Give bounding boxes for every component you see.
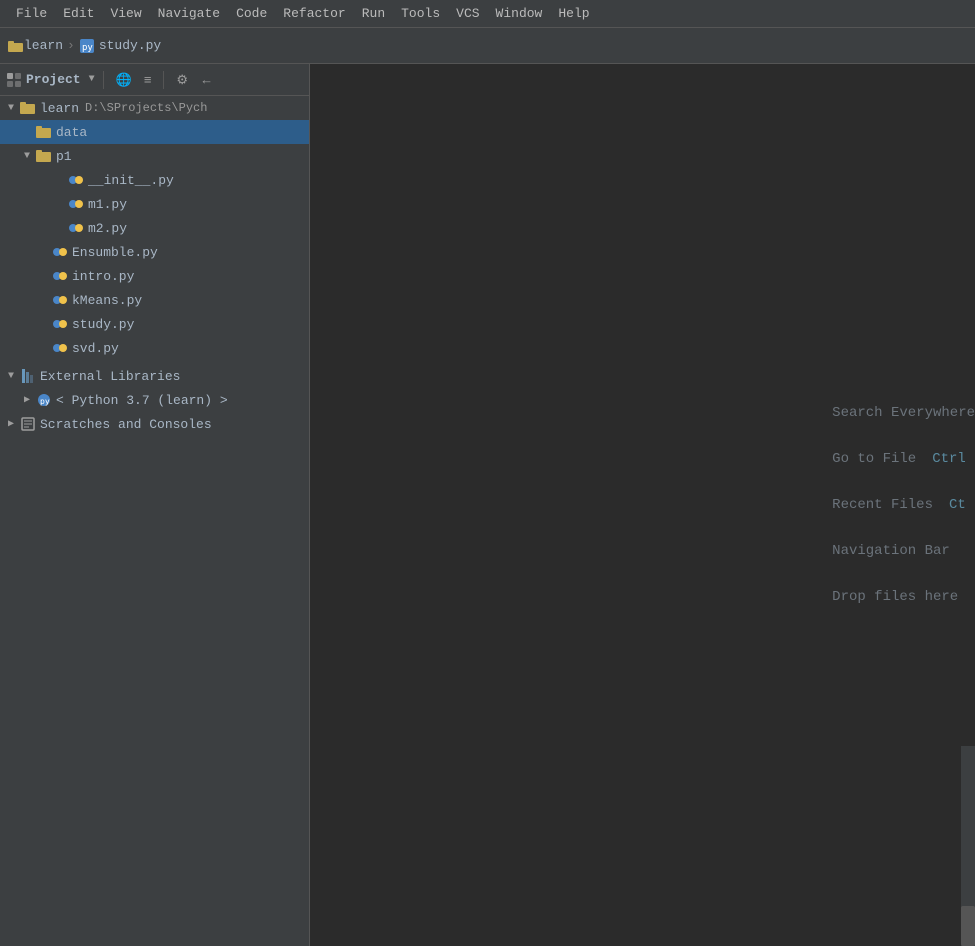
learn-root-label: learn [40,101,79,116]
menu-edit[interactable]: Edit [55,4,102,23]
scratches-label: Scratches and Consoles [40,417,212,432]
study-label: study.py [72,317,134,332]
menu-run[interactable]: Run [354,4,393,23]
scrollbar-thumb[interactable] [961,906,975,946]
folder-icon-learn [20,100,36,116]
p1-label: p1 [56,149,72,164]
menu-code[interactable]: Code [228,4,275,23]
toolbar-separator-1 [103,71,104,89]
pyfile-icon-m1 [68,196,84,212]
pyfile-icon-svd [52,340,68,356]
menu-vcs[interactable]: VCS [448,4,487,23]
arrow-scratches [4,417,18,431]
intro-label: intro.py [72,269,134,284]
tree-item-ensumble[interactable]: Ensumble.py [0,240,309,264]
project-toolbar: Project ▼ 🌐 ≡ ⚙ ← [0,64,309,96]
scratches-icon [20,416,36,432]
arrow-learn [4,101,18,115]
breadcrumb-separator: › [67,38,75,53]
breadcrumb-file[interactable]: study.py [99,38,161,53]
m2-label: m2.py [88,221,127,236]
m1-label: m1.py [88,197,127,212]
hint-go-to-file-text: Go to File [832,451,916,467]
hint-search-everywhere: Search Everywhere [832,405,975,421]
tree-item-data[interactable]: data [0,120,309,144]
hint-navigation-bar-text: Navigation Bar [832,543,950,559]
editor-area: Search Everywhere Go to File Ctrl Recent… [310,64,975,946]
hint-go-to-file-shortcut: Ctrl [932,451,966,467]
folder-icon-p1 [36,148,52,164]
tree-item-m1[interactable]: m1.py [0,192,309,216]
menu-window[interactable]: Window [488,4,551,23]
python37-label: < Python 3.7 (learn) > [56,393,228,408]
breadcrumb-folder[interactable]: learn [24,38,63,53]
ensumble-label: Ensumble.py [72,245,158,260]
init-label: __init__.py [88,173,174,188]
pyfile-icon-ensumble [52,244,68,260]
tree-item-init[interactable]: __init__.py [0,168,309,192]
hint-recent-files-text: Recent Files [832,497,933,513]
toolbar-layout-btn[interactable]: ≡ [140,70,156,89]
tree-item-scratches[interactable]: Scratches and Consoles [0,412,309,436]
hint-drop-files: Drop files here [832,589,975,605]
toolbar-separator-2 [163,71,164,89]
toolbar-back-btn[interactable]: ← [196,70,217,89]
sidebar: Project ▼ 🌐 ≡ ⚙ ← learn D:\SProje [0,64,310,946]
breadcrumb-file-label: study.py [99,38,161,53]
pyfile-icon-intro [52,268,68,284]
pyfile-icon-m2 [68,220,84,236]
editor-hints: Search Everywhere Go to File Ctrl Recent… [832,405,975,605]
project-dropdown-arrow[interactable]: ▼ [89,74,95,85]
menu-view[interactable]: View [102,4,149,23]
hint-recent-files: Recent Files Ct [832,497,975,513]
tree-item-learn-root[interactable]: learn D:\SProjects\Pych [0,96,309,120]
file-tree: learn D:\SProjects\Pych data [0,96,309,946]
hint-recent-files-shortcut: Ct [949,497,966,513]
scrollbar-track [961,746,975,946]
tree-item-python37[interactable]: py < Python 3.7 (learn) > [0,388,309,412]
toolbar-globe-btn[interactable]: 🌐 [112,70,136,90]
tab-bar: learn › py study.py [0,28,975,64]
tree-item-m2[interactable]: m2.py [0,216,309,240]
tree-item-svd[interactable]: svd.py [0,336,309,360]
breadcrumb-file-icon: py [79,38,95,54]
hint-search-everywhere-text: Search Everywhere [832,405,975,421]
pyfile-icon-init [68,172,84,188]
tree-item-intro[interactable]: intro.py [0,264,309,288]
menu-bar: File Edit View Navigate Code Refactor Ru… [0,0,975,28]
arrow-python37 [20,393,34,407]
python-icon: py [36,392,52,408]
learn-root-path: D:\SProjects\Pych [85,101,207,115]
tree-item-kmeans[interactable]: kMeans.py [0,288,309,312]
svg-text:py: py [40,397,50,406]
breadcrumb-folder-icon [8,38,24,54]
project-label: Project [26,72,81,87]
breadcrumb-folder-label: learn [24,38,63,53]
menu-tools[interactable]: Tools [393,4,448,23]
pyfile-icon-study [52,316,68,332]
kmeans-label: kMeans.py [72,293,142,308]
svg-text:py: py [82,43,93,53]
main-layout: Project ▼ 🌐 ≡ ⚙ ← learn D:\SProje [0,64,975,946]
menu-help[interactable]: Help [550,4,597,23]
toolbar-settings-btn[interactable]: ⚙ [172,70,192,90]
menu-file[interactable]: File [8,4,55,23]
folder-icon-data [36,124,52,140]
arrow-p1 [20,149,34,163]
extlibs-icon [20,368,36,384]
svd-label: svd.py [72,341,119,356]
menu-refactor[interactable]: Refactor [275,4,353,23]
menu-navigate[interactable]: Navigate [150,4,228,23]
tree-item-external-libs[interactable]: External Libraries [0,364,309,388]
pyfile-icon-kmeans [52,292,68,308]
tree-item-p1[interactable]: p1 [0,144,309,168]
data-label: data [56,125,87,140]
arrow-extlibs [4,369,18,383]
extlibs-label: External Libraries [40,369,180,384]
hint-navigation-bar: Navigation Bar [832,543,975,559]
hint-go-to-file: Go to File Ctrl [832,451,975,467]
project-panel-icon [6,72,22,88]
hint-drop-files-text: Drop files here [832,589,958,605]
tree-item-study[interactable]: study.py [0,312,309,336]
